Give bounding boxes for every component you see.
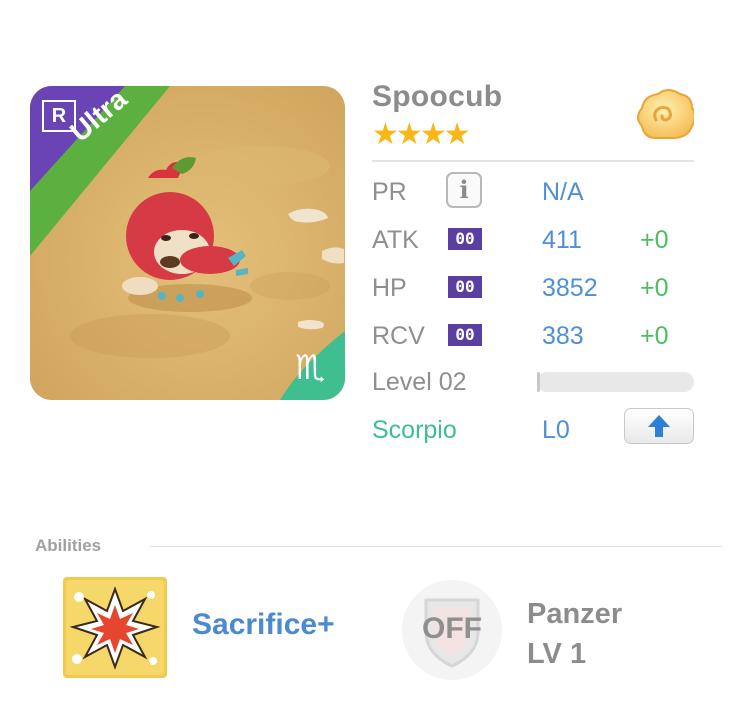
info-icon: i xyxy=(459,175,469,204)
zodiac-symbol-icon: ♏ xyxy=(295,348,326,388)
pr-label: PR xyxy=(372,178,407,206)
pr-value: N/A xyxy=(542,178,584,206)
rcv-value: 383 xyxy=(542,322,584,350)
arrow-up-icon xyxy=(648,415,670,437)
hp-value: 3852 xyxy=(542,274,598,302)
ability2-level: LV 1 xyxy=(527,638,587,670)
level-label: Level 02 xyxy=(372,368,467,396)
hp-bonus: +0 xyxy=(640,274,669,302)
rcv-label: RCV xyxy=(372,322,425,350)
ability1-name[interactable]: Sacrifice+ xyxy=(192,608,335,642)
rcv-plus-badge: 00 xyxy=(448,324,482,346)
ability2-icon-off[interactable]: OFF xyxy=(400,578,504,682)
zodiac-upgrade-button[interactable] xyxy=(624,408,694,444)
ability2-text: Panzer LV 1 xyxy=(527,594,622,674)
rcv-bonus: +0 xyxy=(640,322,669,350)
hp-label: HP xyxy=(372,274,407,302)
abilities-heading: Abilities xyxy=(35,536,102,555)
atk-plus-badge: 00 xyxy=(448,228,482,250)
cloud-swirl-icon xyxy=(637,89,694,139)
level-progress-fill xyxy=(537,372,541,392)
ability2-off-label: OFF xyxy=(422,612,482,645)
abilities-divider xyxy=(150,546,722,547)
info-button[interactable]: i xyxy=(446,172,482,208)
atk-label: ATK xyxy=(372,226,419,254)
zodiac-label: Scorpio xyxy=(372,416,457,444)
ability2-name: Panzer xyxy=(527,598,623,630)
monster-name: Spoocub xyxy=(372,80,503,113)
atk-value: 411 xyxy=(542,226,582,254)
zodiac-level: L0 xyxy=(542,416,570,444)
hp-plus-badge: 00 xyxy=(448,276,482,298)
star-rating: ★★★★ xyxy=(372,118,471,151)
level-progress-bar xyxy=(537,372,694,392)
explosion-icon[interactable] xyxy=(63,577,167,678)
header-divider xyxy=(372,160,694,162)
atk-bonus: +0 xyxy=(640,226,669,254)
